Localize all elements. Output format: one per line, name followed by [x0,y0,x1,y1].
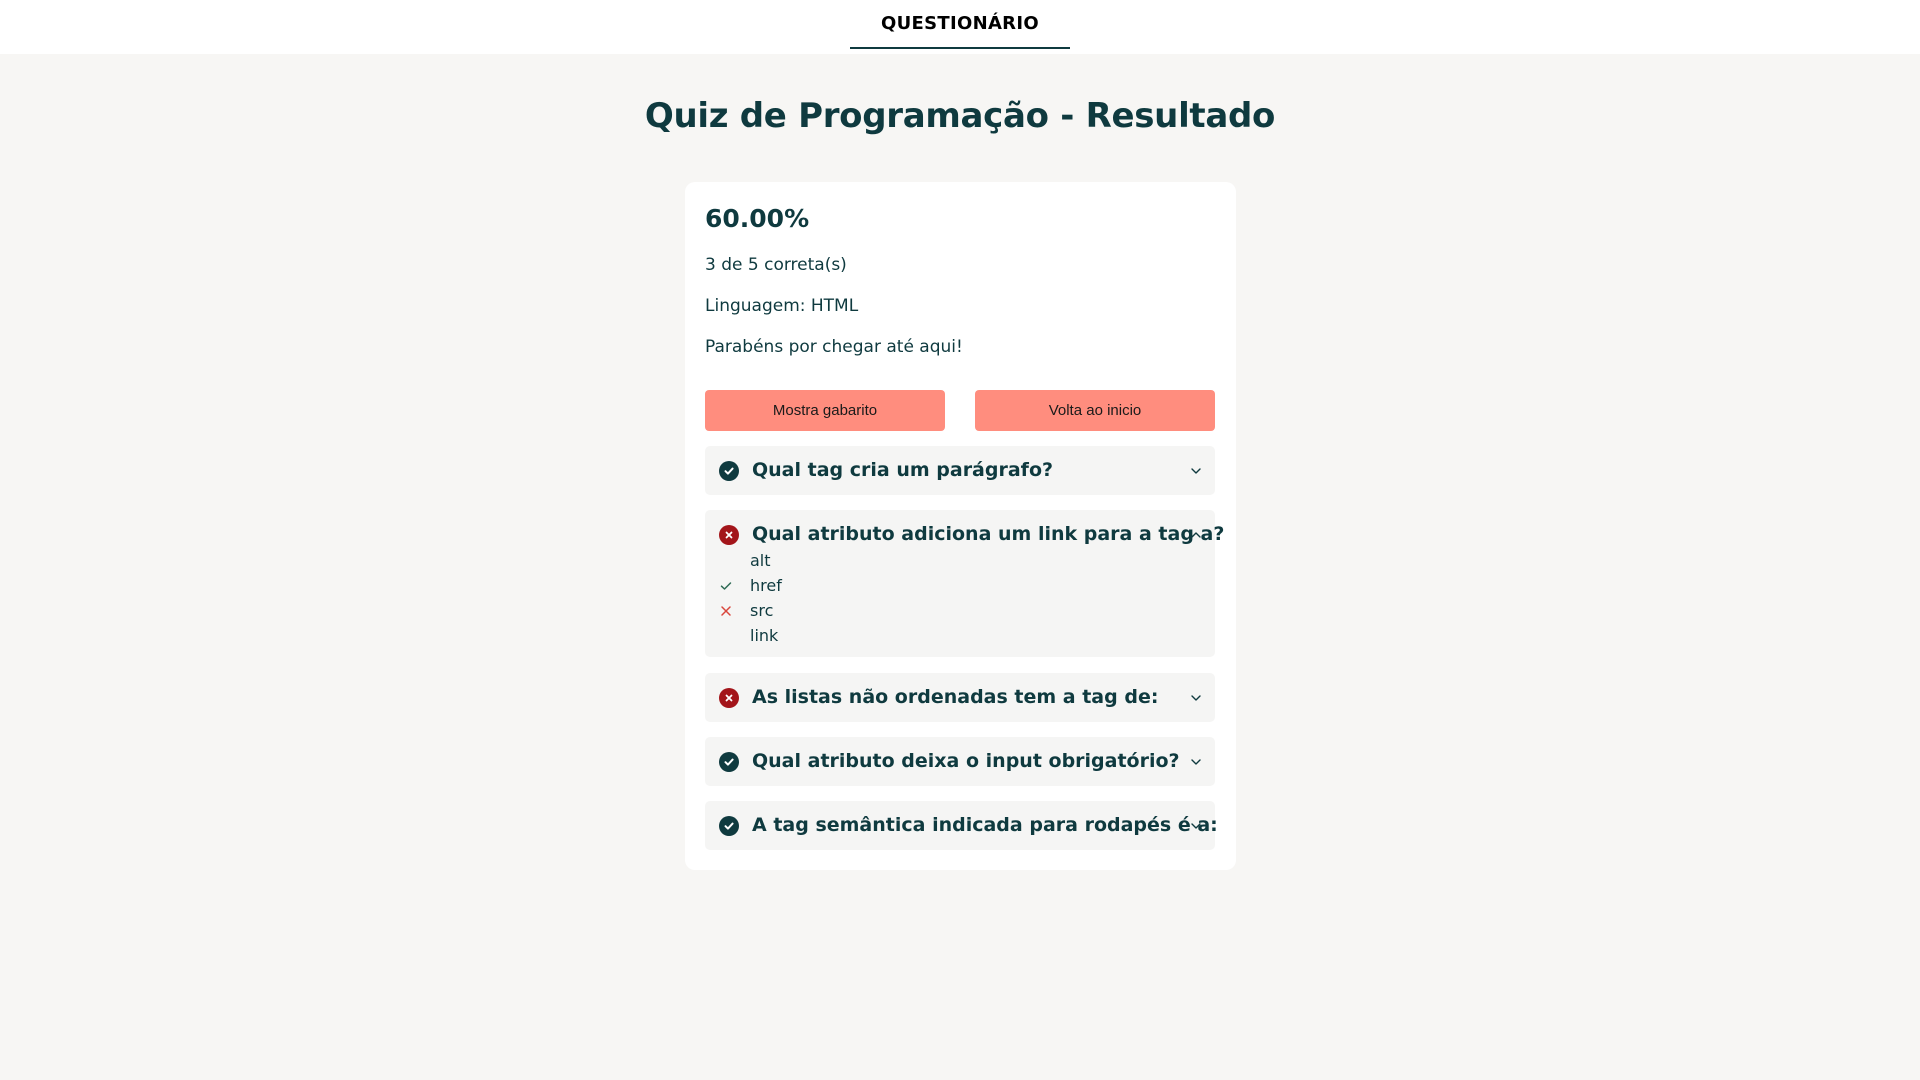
answer-option: src [750,601,774,620]
show-answers-button[interactable]: Mostra gabarito [705,390,945,431]
question-title: Qual tag cria um parágrafo? [752,459,1054,481]
check-circle-icon [719,461,739,481]
chevron-up-icon [1191,532,1201,538]
chevron-down-icon [1191,468,1201,474]
correct-summary: 3 de 5 correta(s) [705,255,847,275]
question-header[interactable]: As listas não ordenadas tem a tag de: [705,673,1215,722]
answer-option: link [750,626,779,645]
page-title: Quiz de Programação - Resultado [644,96,1276,136]
question-header[interactable]: Qual atributo adiciona um link para a ta… [705,510,1224,559]
score-percentage: 60.00% [705,204,810,233]
question-title: A tag semântica indicada para rodapés é … [752,814,1218,836]
question-item[interactable]: As listas não ordenadas tem a tag de: [705,673,1215,722]
answer-option: href [750,576,782,595]
check-icon [720,582,732,590]
back-to-start-button[interactable]: Volta ao inicio [975,390,1215,431]
question-header[interactable]: Qual tag cria um parágrafo? [705,446,1215,495]
question-title: Qual atributo deixa o input obrigatório? [752,750,1180,772]
language-label: Linguagem: HTML [705,296,859,316]
result-card: 60.00% 3 de 5 correta(s) Linguagem: HTML… [685,182,1236,870]
question-header[interactable]: A tag semântica indicada para rodapés é … [705,801,1218,850]
x-circle-icon [719,688,739,708]
tab-questionario[interactable]: QUESTIONÁRIO [850,0,1070,49]
chevron-down-icon [1191,759,1201,765]
question-item[interactable]: Qual atributo adiciona um link para a ta… [705,510,1224,657]
question-item[interactable]: A tag semântica indicada para rodapés é … [705,801,1218,850]
chevron-down-icon [1191,823,1201,829]
top-nav: QUESTIONÁRIO [0,0,1920,54]
question-item[interactable]: Qual atributo deixa o input obrigatório? [705,737,1215,786]
question-title: Qual atributo adiciona um link para a ta… [752,523,1225,545]
answer-option: alt [750,551,771,570]
check-circle-icon [719,816,739,836]
congrats-message: Parabéns por chegar até aqui! [705,337,963,357]
chevron-down-icon [1191,695,1201,701]
question-title: As listas não ordenadas tem a tag de: [752,686,1159,708]
question-item[interactable]: Qual tag cria um parágrafo? [705,446,1215,495]
question-header[interactable]: Qual atributo deixa o input obrigatório? [705,737,1215,786]
check-circle-icon [719,752,739,772]
close-icon [721,606,731,616]
x-circle-icon [719,525,739,545]
